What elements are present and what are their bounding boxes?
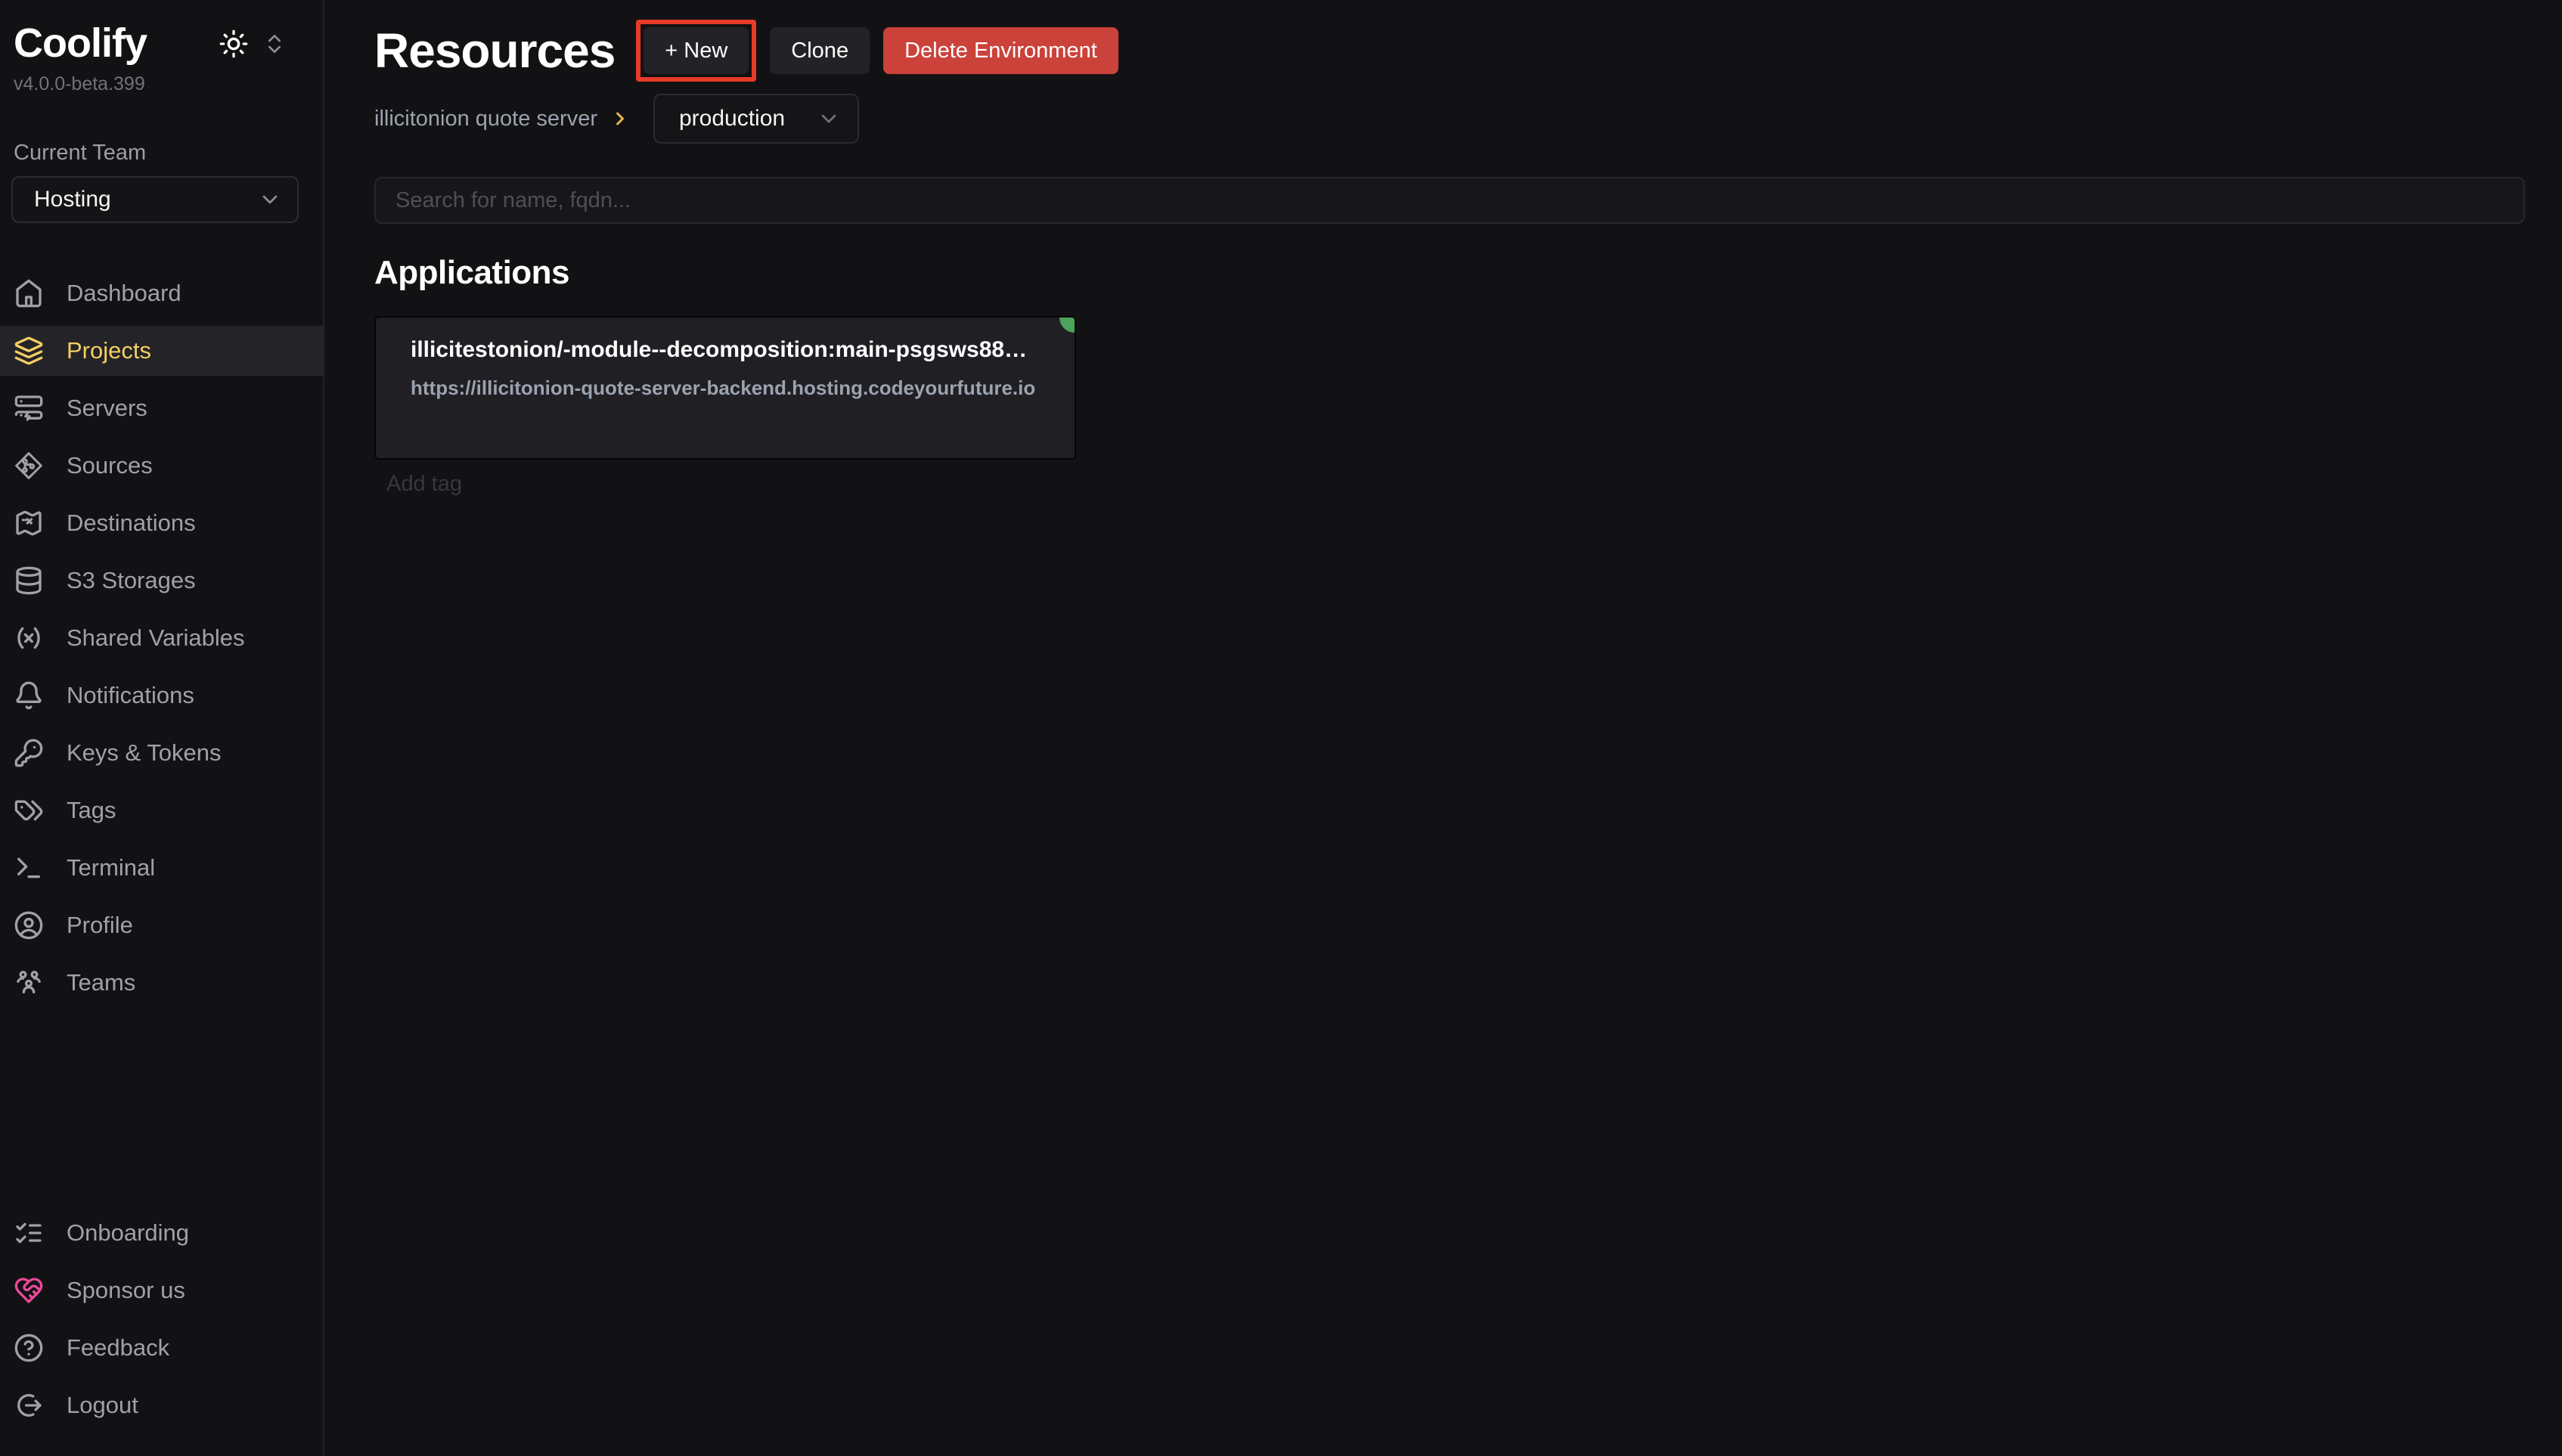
sidebar-item-label: Teams <box>67 969 135 996</box>
team-select[interactable]: Hosting <box>11 176 299 223</box>
sidebar-item-terminal[interactable]: Terminal <box>0 843 323 893</box>
sidebar-item-logout[interactable]: Logout <box>0 1380 323 1430</box>
sidebar-item-destinations[interactable]: Destinations <box>0 498 323 548</box>
clone-button[interactable]: Clone <box>770 27 870 74</box>
server-icon <box>14 393 44 423</box>
brand-row: Coolify <box>0 21 323 66</box>
variable-icon <box>14 623 44 653</box>
home-icon <box>14 278 44 308</box>
sidebar-item-label: Tags <box>67 797 116 824</box>
logout-icon <box>14 1390 44 1420</box>
sidebar-item-label: Profile <box>67 912 133 939</box>
search-row <box>374 177 2525 224</box>
terminal-icon <box>14 853 44 883</box>
help-circle-icon <box>14 1333 44 1363</box>
chevrons-up-down-icon[interactable] <box>262 32 287 56</box>
users-icon <box>14 968 44 998</box>
chevron-right-icon <box>609 108 631 129</box>
sidebar-item-label: Keys & Tokens <box>67 739 221 767</box>
sidebar-nav: Dashboard Projects Servers Sources <box>0 268 323 1015</box>
app-version: v4.0.0-beta.399 <box>0 73 323 95</box>
git-source-icon <box>14 451 44 481</box>
sidebar-item-sources[interactable]: Sources <box>0 441 323 491</box>
applications-section-title: Applications <box>374 254 2525 292</box>
sidebar-item-label: Destinations <box>67 510 196 537</box>
sidebar-item-label: Shared Variables <box>67 624 245 652</box>
sidebar-item-keys-tokens[interactable]: Keys & Tokens <box>0 728 323 778</box>
sidebar-item-sponsor-us[interactable]: Sponsor us <box>0 1265 323 1315</box>
sidebar-item-feedback[interactable]: Feedback <box>0 1323 323 1373</box>
user-circle-icon <box>14 910 44 940</box>
breadcrumb: illicitonion quote server production <box>374 94 2525 144</box>
sidebar-item-label: Onboarding <box>67 1219 189 1247</box>
annotation-highlight-box: + New <box>636 20 756 82</box>
sidebar-item-notifications[interactable]: Notifications <box>0 671 323 720</box>
sidebar-item-dashboard[interactable]: Dashboard <box>0 268 323 318</box>
sidebar-item-shared-variables[interactable]: Shared Variables <box>0 613 323 663</box>
search-input[interactable] <box>374 177 2525 224</box>
map-icon <box>14 508 44 538</box>
environment-select[interactable]: production <box>653 94 859 144</box>
sidebar-item-label: Servers <box>67 395 147 422</box>
chevron-down-icon <box>258 187 282 212</box>
sidebar-item-onboarding[interactable]: Onboarding <box>0 1208 323 1258</box>
page-header: Resources + New Clone Delete Environment <box>374 23 2525 79</box>
coolify-app: Coolify v4.0.0-beta.399 Current Team Hos… <box>0 0 2562 1456</box>
sidebar-item-projects[interactable]: Projects <box>0 326 323 376</box>
bell-icon <box>14 680 44 711</box>
main-content: Resources + New Clone Delete Environment… <box>326 0 2562 1456</box>
list-checks-icon <box>14 1218 44 1248</box>
sun-icon[interactable] <box>219 29 249 59</box>
chevron-down-icon <box>817 107 841 131</box>
page-title: Resources <box>374 23 615 79</box>
application-name: illicitestonion/-module--decomposition:m… <box>411 337 1044 363</box>
sidebar-item-label: Dashboard <box>67 280 181 307</box>
environment-select-value: production <box>679 106 785 132</box>
sidebar-item-tags[interactable]: Tags <box>0 785 323 835</box>
sidebar-item-teams[interactable]: Teams <box>0 958 323 1008</box>
tags-icon <box>14 795 44 826</box>
layers-icon <box>14 336 44 366</box>
sidebar-item-label: Projects <box>67 337 151 364</box>
sidebar-item-label: Sponsor us <box>67 1277 185 1304</box>
heart-handshake-icon <box>14 1275 44 1306</box>
sidebar-footer: Onboarding Sponsor us Feedback Logout <box>0 1208 323 1438</box>
sidebar-item-label: Sources <box>67 452 153 479</box>
team-select-value: Hosting <box>34 187 111 212</box>
delete-environment-button[interactable]: Delete Environment <box>883 27 1118 74</box>
sidebar-item-label: Notifications <box>67 682 194 709</box>
add-tag-input[interactable]: Add tag <box>386 472 2525 497</box>
sidebar-item-label: Terminal <box>67 854 155 881</box>
application-url: https://illicitonion-quote-server-backen… <box>411 376 1044 400</box>
key-icon <box>14 738 44 768</box>
sidebar-item-label: Logout <box>67 1392 138 1419</box>
status-running-indicator <box>1059 318 1075 333</box>
breadcrumb-project[interactable]: illicitonion quote server <box>374 107 597 132</box>
sidebar-item-profile[interactable]: Profile <box>0 900 323 950</box>
sidebar-item-s3-storages[interactable]: S3 Storages <box>0 556 323 606</box>
sidebar-item-servers[interactable]: Servers <box>0 383 323 433</box>
sidebar: Coolify v4.0.0-beta.399 Current Team Hos… <box>0 0 324 1456</box>
database-icon <box>14 565 44 596</box>
sidebar-item-label: Feedback <box>67 1334 169 1362</box>
application-card[interactable]: illicitestonion/-module--decomposition:m… <box>374 316 1076 460</box>
sidebar-spacer <box>0 1015 323 1208</box>
app-title: Coolify <box>14 21 219 66</box>
sidebar-item-label: S3 Storages <box>67 567 196 594</box>
current-team-label: Current Team <box>0 141 323 166</box>
new-button[interactable]: + New <box>644 27 749 74</box>
